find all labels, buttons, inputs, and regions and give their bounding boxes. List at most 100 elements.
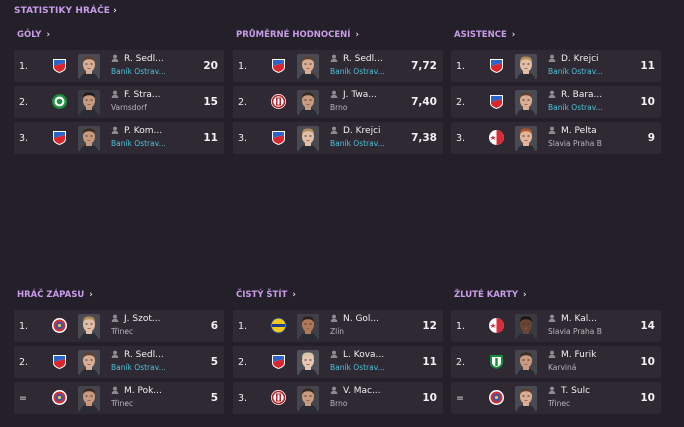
ranking-row[interactable]: 2. J. Twa... Brno 7,40	[233, 86, 443, 118]
player-name-link[interactable]: P. Kom...	[111, 125, 191, 138]
player-name-link[interactable]: V. Mac...	[330, 385, 410, 398]
player-name-link[interactable]: F. Stra...	[111, 89, 191, 102]
player-photo[interactable]	[515, 126, 537, 151]
player-photo[interactable]	[297, 350, 319, 375]
player-name-link[interactable]: R. Sedl...	[111, 53, 191, 66]
player-photo[interactable]	[78, 314, 100, 339]
player-photo[interactable]	[78, 54, 100, 79]
player-club[interactable]: Baník Ostrav...	[111, 138, 191, 150]
player-club[interactable]: Baník Ostrav...	[330, 138, 410, 150]
player-photo[interactable]	[78, 350, 100, 375]
player-name-link[interactable]: L. Kova...	[330, 349, 410, 362]
player-name-link[interactable]: M. Pok...	[111, 385, 191, 398]
rank: 1.	[19, 321, 29, 332]
ranking-row[interactable]: 1. N. Gol... Zlín 12	[233, 310, 443, 342]
ranking-row[interactable]: 3. M. Pelta Slavia Praha B 9	[451, 122, 661, 154]
panel-title-link[interactable]: ŽLUTÉ KARTY ›	[451, 288, 661, 302]
goals-panel: GÓLY › 1. R. Sedl... Baník Ostrav... 20 2. F. S…	[14, 28, 224, 158]
player-name-link[interactable]: M. Kal...	[548, 313, 628, 326]
player-club[interactable]: Baník Ostrav...	[548, 66, 628, 78]
club-badge-icon[interactable]	[51, 57, 68, 74]
club-badge-icon[interactable]	[488, 93, 505, 110]
player-name-link[interactable]: D. Krejci	[330, 125, 410, 138]
player-club: Varnsdorf	[111, 103, 147, 112]
player-name-link[interactable]: T. Sulc	[548, 385, 628, 398]
player-name-link[interactable]: D. Krejci	[548, 53, 628, 66]
player-info: R. Bara... Baník Ostrav...	[548, 89, 628, 114]
player-name-link[interactable]: R. Sedl...	[111, 349, 191, 362]
panel-title: PRŮMĚRNÉ HODNOCENÍ	[236, 30, 351, 40]
club-badge-icon[interactable]	[51, 93, 68, 110]
club-badge-icon[interactable]	[51, 353, 68, 370]
club-badge-icon[interactable]	[270, 93, 287, 110]
ranking-row[interactable]: 1. R. Sedl... Baník Ostrav... 7,72	[233, 50, 443, 82]
player-photo[interactable]	[297, 314, 319, 339]
player-club[interactable]: Baník Ostrav...	[330, 362, 410, 374]
club-badge-icon[interactable]	[51, 129, 68, 146]
player-club[interactable]: Baník Ostrav...	[111, 362, 191, 374]
player-photo[interactable]	[515, 350, 537, 375]
player-photo[interactable]	[297, 54, 319, 79]
ranking-row[interactable]: 3. V. Mac... Brno 10	[233, 382, 443, 414]
player-info: R. Sedl... Baník Ostrav...	[330, 53, 410, 78]
ranking-row[interactable]: 2. M. Furik Karviná 10	[451, 346, 661, 378]
player-name-link[interactable]: J. Twa...	[330, 89, 410, 102]
rank: 3.	[456, 133, 466, 144]
panel-title-link[interactable]: ČISTÝ ŠTÍT ›	[233, 288, 443, 302]
club-badge-icon[interactable]	[488, 317, 505, 334]
ranking-row[interactable]: 1. D. Krejci Baník Ostrav... 11	[451, 50, 661, 82]
ranking-row[interactable]: 2. F. Stra... Varnsdorf 15	[14, 86, 224, 118]
player-name-link[interactable]: M. Furik	[548, 349, 628, 362]
player-photo[interactable]	[515, 314, 537, 339]
club-badge-icon[interactable]	[270, 317, 287, 334]
ranking-row[interactable]: 3. D. Krejci Baník Ostrav... 7,38	[233, 122, 443, 154]
player-photo[interactable]	[297, 126, 319, 151]
player-photo[interactable]	[515, 386, 537, 411]
club-badge-icon[interactable]	[270, 353, 287, 370]
player-photo[interactable]	[515, 90, 537, 115]
ranking-row[interactable]: 2. R. Bara... Baník Ostrav... 10	[451, 86, 661, 118]
player-name-link[interactable]: J. Szot...	[111, 313, 191, 326]
player-photo[interactable]	[515, 54, 537, 79]
player-name: M. Pelta	[561, 126, 597, 136]
ranking-row[interactable]: 1. J. Szot... Třinec 6	[14, 310, 224, 342]
club-badge-icon[interactable]	[51, 389, 68, 406]
player-club[interactable]: Baník Ostrav...	[548, 102, 628, 114]
player-stats-header[interactable]: STATISTIKY HRÁČE ›	[14, 6, 117, 16]
ranking-row[interactable]: 1. M. Kal... Slavia Praha B 14	[451, 310, 661, 342]
ranking-row[interactable]: = M. Pok... Třinec 5	[14, 382, 224, 414]
person-icon	[548, 90, 561, 100]
person-icon	[548, 126, 561, 136]
player-club[interactable]: Baník Ostrav...	[111, 66, 191, 78]
person-icon	[111, 54, 124, 64]
player-name-link[interactable]: R. Sedl...	[330, 53, 410, 66]
panel-title-link[interactable]: PRŮMĚRNÉ HODNOCENÍ ›	[233, 28, 443, 42]
ranking-row[interactable]: 1. R. Sedl... Baník Ostrav... 20	[14, 50, 224, 82]
player-name-link[interactable]: N. Gol...	[330, 313, 410, 326]
club-badge-icon[interactable]	[488, 57, 505, 74]
player-club[interactable]: Baník Ostrav...	[330, 66, 410, 78]
ranking-row[interactable]: = T. Sulc Třinec 10	[451, 382, 661, 414]
ranking-row[interactable]: 2. R. Sedl... Baník Ostrav... 5	[14, 346, 224, 378]
club-badge-icon[interactable]	[270, 389, 287, 406]
player-photo[interactable]	[78, 386, 100, 411]
player-photo[interactable]	[78, 126, 100, 151]
panel-title-link[interactable]: HRÁČ ZÁPASU ›	[14, 288, 224, 302]
player-name: R. Sedl...	[343, 54, 383, 64]
ranking-row[interactable]: 3. P. Kom... Baník Ostrav... 11	[14, 122, 224, 154]
panel-title-link[interactable]: ASISTENCE ›	[451, 28, 661, 42]
player-photo[interactable]	[297, 90, 319, 115]
rank: 1.	[238, 61, 248, 72]
club-badge-icon[interactable]	[488, 389, 505, 406]
club-badge-icon[interactable]	[488, 129, 505, 146]
player-photo[interactable]	[297, 386, 319, 411]
club-badge-icon[interactable]	[270, 57, 287, 74]
panel-title-link[interactable]: GÓLY ›	[14, 28, 224, 42]
player-name-link[interactable]: R. Bara...	[548, 89, 628, 102]
player-name-link[interactable]: M. Pelta	[548, 125, 628, 138]
player-photo[interactable]	[78, 90, 100, 115]
club-badge-icon[interactable]	[51, 317, 68, 334]
ranking-row[interactable]: 2. L. Kova... Baník Ostrav... 11	[233, 346, 443, 378]
club-badge-icon[interactable]	[488, 353, 505, 370]
club-badge-icon[interactable]	[270, 129, 287, 146]
